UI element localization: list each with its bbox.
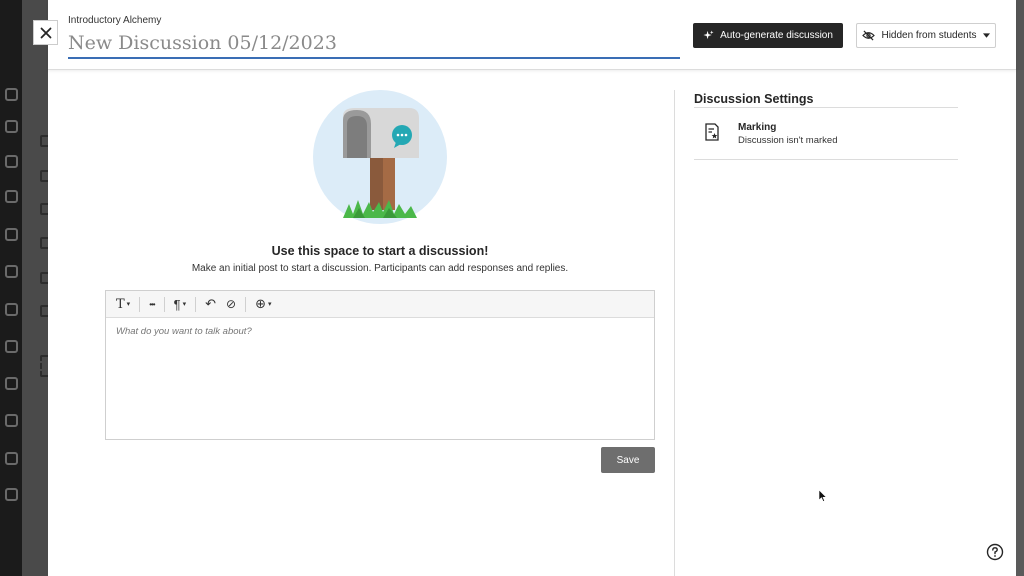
more-options-button[interactable]: ••• [145,293,158,315]
sparkle-icon [703,30,714,40]
undo-button[interactable]: ↶ [201,293,220,315]
editor-text-area[interactable]: What do you want to talk about? [106,318,654,345]
settings-divider [694,107,958,108]
nav-icon [5,452,18,465]
background-scroll-edge [1016,70,1024,576]
close-button[interactable] [33,20,58,45]
paragraph-button[interactable]: ¶ ▾ [170,293,191,315]
toolbar-divider [139,296,141,312]
chevron-down-icon: ▾ [267,301,272,308]
eye-slash-icon [862,30,876,41]
background-nav-rail [0,0,22,576]
text-style-button[interactable]: T ▾ [112,293,134,315]
marking-value: Discussion isn't marked [738,135,838,146]
nav-icon [5,265,18,278]
discussion-title-input[interactable] [68,30,680,59]
undo-icon: ↶ [205,296,216,311]
nav-icon [5,155,18,168]
editor-toolbar: T ▾ ••• ¶ ▾ ↶ ⊘ ⊕ ▾ [106,291,654,318]
editor-placeholder: What do you want to talk about? [116,326,252,337]
nav-icon [5,488,18,501]
empty-state-title: Use this space to start a discussion! [271,244,489,258]
empty-state-description: Make an initial post to start a discussi… [191,263,569,274]
nav-icon [5,340,18,353]
settings-divider [694,159,958,160]
chevron-down-icon: ▾ [182,301,187,308]
mailbox-illustration [313,90,447,224]
toolbar-divider [163,296,165,312]
marking-label[interactable]: Marking [738,122,776,133]
auto-generate-discussion-button[interactable]: Auto-generate discussion [693,23,843,48]
link-button[interactable]: ⊘ [222,293,240,315]
marking-icon [705,123,719,141]
course-name: Introductory Alchemy [68,15,162,26]
nav-icon [5,303,18,316]
help-icon[interactable] [986,543,1004,561]
mouse-cursor-icon [819,490,827,502]
nav-icon [5,414,18,427]
visibility-dropdown[interactable]: Hidden from students [856,23,996,48]
nav-icon [5,190,18,203]
panel-header: Introductory Alchemy Auto-generate discu… [48,0,1016,70]
nav-icon [5,228,18,241]
panel-divider [674,90,675,576]
toolbar-divider [195,296,197,312]
visibility-label: Hidden from students [881,30,977,41]
insert-icon: ⊕ [255,296,266,311]
nav-icon [5,120,18,133]
save-button[interactable]: Save [601,447,655,473]
paragraph-icon: ¶ [173,296,181,312]
nav-icon [5,377,18,390]
text-style-icon: T [116,296,125,312]
background-sidebar [22,0,50,576]
close-icon [40,27,51,38]
new-discussion-panel: Introductory Alchemy Auto-generate discu… [48,0,1016,576]
rich-text-editor: T ▾ ••• ¶ ▾ ↶ ⊘ ⊕ ▾ What do you want to … [105,290,655,440]
nav-icon [5,88,18,101]
insert-content-button[interactable]: ⊕ ▾ [251,293,275,315]
chevron-down-icon [982,33,990,38]
discussion-settings-title: Discussion Settings [694,92,814,106]
link-icon: ⊘ [226,297,237,311]
toolbar-divider [245,296,247,312]
chevron-down-icon: ▾ [126,301,131,308]
auto-generate-label: Auto-generate discussion [720,30,833,41]
more-icon: ••• [149,299,155,309]
